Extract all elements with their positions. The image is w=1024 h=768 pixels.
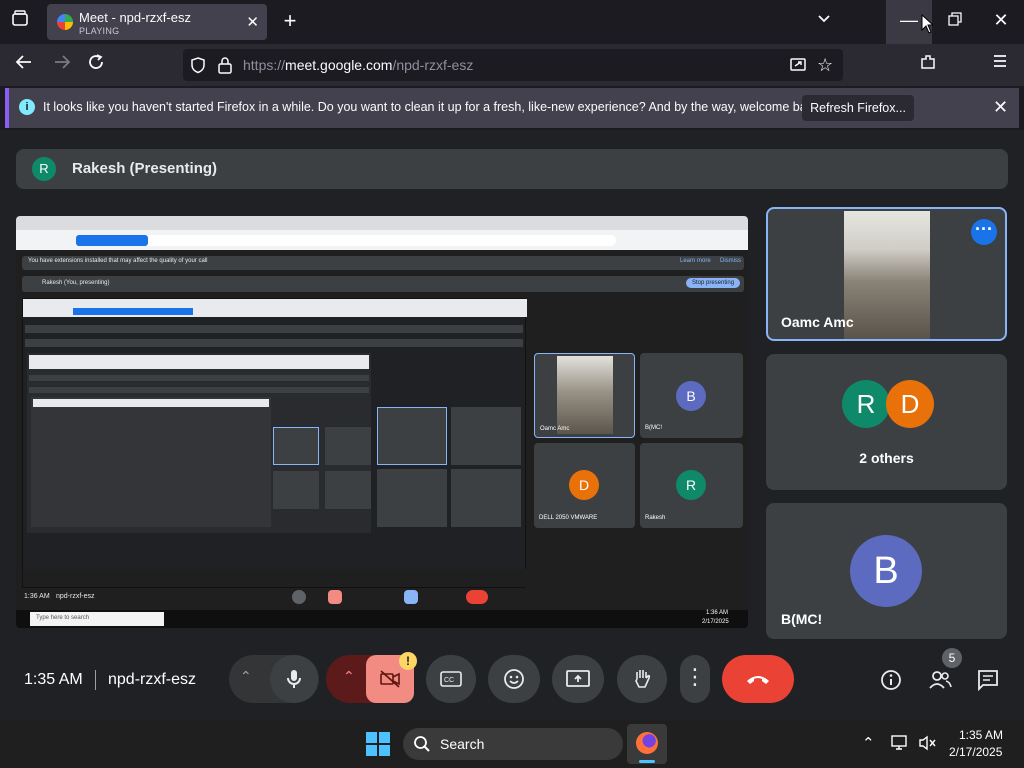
present-screen-button[interactable] [552, 655, 604, 703]
tab-overview-icon[interactable] [8, 10, 32, 34]
avatar: R [842, 380, 890, 428]
info-icon: i [19, 99, 35, 115]
browser-tab-bar: Meet - npd-rzxf-esz PLAYING ✕ + — ✕ [0, 0, 1024, 44]
nested-screen [22, 298, 527, 588]
shared-tile-bmc: B B(MC! [640, 353, 743, 438]
new-tab-icon[interactable]: + [278, 8, 302, 34]
restore-button[interactable] [938, 10, 972, 31]
mouse-cursor-icon [921, 14, 933, 34]
lock-icon[interactable] [217, 56, 233, 79]
clock-time[interactable]: 1:35 AM [959, 728, 1003, 742]
avatar: B [850, 535, 922, 607]
search-icon [413, 735, 431, 758]
tab-title: Meet - npd-rzxf-esz [79, 10, 191, 25]
meeting-time: 1:35 AM [24, 671, 83, 688]
more-options-button[interactable]: ··· [971, 219, 997, 245]
windows-taskbar: Search ⌃ 1:35 AM 2/17/2025 [0, 720, 1024, 768]
meet-favicon-icon [57, 14, 73, 30]
back-icon[interactable] [12, 53, 36, 76]
close-tab-icon[interactable]: ✕ [246, 13, 259, 31]
shared-tile-rakesh: R Rakesh [640, 443, 743, 528]
firefox-taskbar-icon[interactable] [627, 724, 667, 764]
app-menu-icon[interactable] [988, 53, 1012, 74]
shared-taskbar: Type here to search 1:36 AM 2/17/2025 [16, 610, 748, 628]
participant-name: 2 others [859, 450, 914, 466]
notice-text: It looks like you haven't started Firefo… [43, 100, 823, 114]
shared-tabstrip [16, 216, 748, 230]
firefox-refresh-notice: i It looks like you haven't started Fire… [5, 88, 1019, 128]
reload-icon[interactable] [84, 53, 108, 76]
svg-text:CC: CC [444, 677, 454, 684]
people-count-badge: 5 [942, 648, 962, 668]
extensions-icon[interactable] [916, 53, 940, 76]
close-notice-icon[interactable]: ✕ [993, 97, 1008, 118]
screen-share-indicator-icon[interactable] [789, 56, 807, 79]
close-window-button[interactable]: ✕ [986, 10, 1016, 31]
shared-controls-bar: 1:36 AM npd-rzxf-esz [16, 588, 748, 608]
url-text[interactable]: https://meet.google.com/npd-rzxf-esz [243, 57, 473, 73]
reactions-button[interactable] [488, 655, 540, 703]
captions-button[interactable]: CC [426, 655, 476, 703]
volume-muted-icon[interactable] [918, 734, 938, 757]
meeting-info-icon[interactable] [880, 669, 902, 696]
people-icon[interactable] [928, 669, 952, 696]
shared-tile-dell: D DELL 2050 VMWARE [534, 443, 635, 528]
url-bar[interactable]: https://meet.google.com/npd-rzxf-esz ☆ [183, 49, 843, 81]
participant-name: Oamc Amc [781, 314, 854, 330]
leave-call-button[interactable] [722, 655, 794, 703]
participant-tile-bmc[interactable]: B B(MC! [766, 503, 1007, 639]
participant-tile-others[interactable]: R D 2 others [766, 354, 1007, 490]
participant-tile-oamc[interactable]: ··· Oamc Amc [766, 207, 1007, 341]
warning-badge: ! [399, 652, 417, 670]
forward-icon[interactable] [50, 53, 74, 76]
clock-date[interactable]: 2/17/2025 [949, 745, 1002, 759]
raise-hand-button[interactable] [617, 655, 667, 703]
shared-tile-oamc: Oamc Amc [534, 353, 635, 438]
tab-status: PLAYING [79, 26, 120, 36]
audio-options-chevron-icon[interactable]: ⌃ [240, 668, 252, 685]
more-options-button[interactable]: ⋮ [680, 655, 710, 703]
tray-chevron-icon[interactable]: ⌃ [862, 734, 875, 752]
meeting-code: npd-rzxf-esz [108, 671, 197, 688]
participant-name: B(MC! [781, 611, 823, 627]
refresh-firefox-button[interactable]: Refresh Firefox... [802, 95, 914, 121]
chat-icon[interactable] [977, 669, 999, 696]
microphone-button[interactable] [270, 655, 318, 703]
presenter-avatar: R [32, 157, 56, 181]
shared-urlbar [16, 230, 748, 250]
shared-banner: You have extensions installed that may a… [22, 256, 744, 270]
presenter-label: Rakesh (Presenting) [72, 160, 218, 177]
taskbar-search-box[interactable]: Search [403, 728, 623, 760]
presentation-bar: R Rakesh (Presenting) [16, 149, 1008, 189]
avatar: D [886, 380, 934, 428]
network-icon[interactable] [890, 734, 910, 757]
list-tabs-icon[interactable] [812, 10, 836, 31]
divider [95, 670, 96, 690]
bookmark-star-icon[interactable]: ☆ [817, 55, 833, 76]
search-label: Search [440, 736, 485, 752]
tracking-shield-icon[interactable] [189, 56, 207, 79]
shared-presenting-bar: Rakesh (You, presenting) Stop presenting [22, 276, 744, 292]
video-options-chevron-icon[interactable]: ⌃ [343, 668, 355, 685]
participant-video [844, 211, 930, 339]
shared-screen: You have extensions installed that may a… [16, 216, 748, 628]
tab-meet[interactable]: Meet - npd-rzxf-esz PLAYING ✕ [47, 4, 267, 40]
windows-start-icon[interactable] [366, 732, 390, 756]
